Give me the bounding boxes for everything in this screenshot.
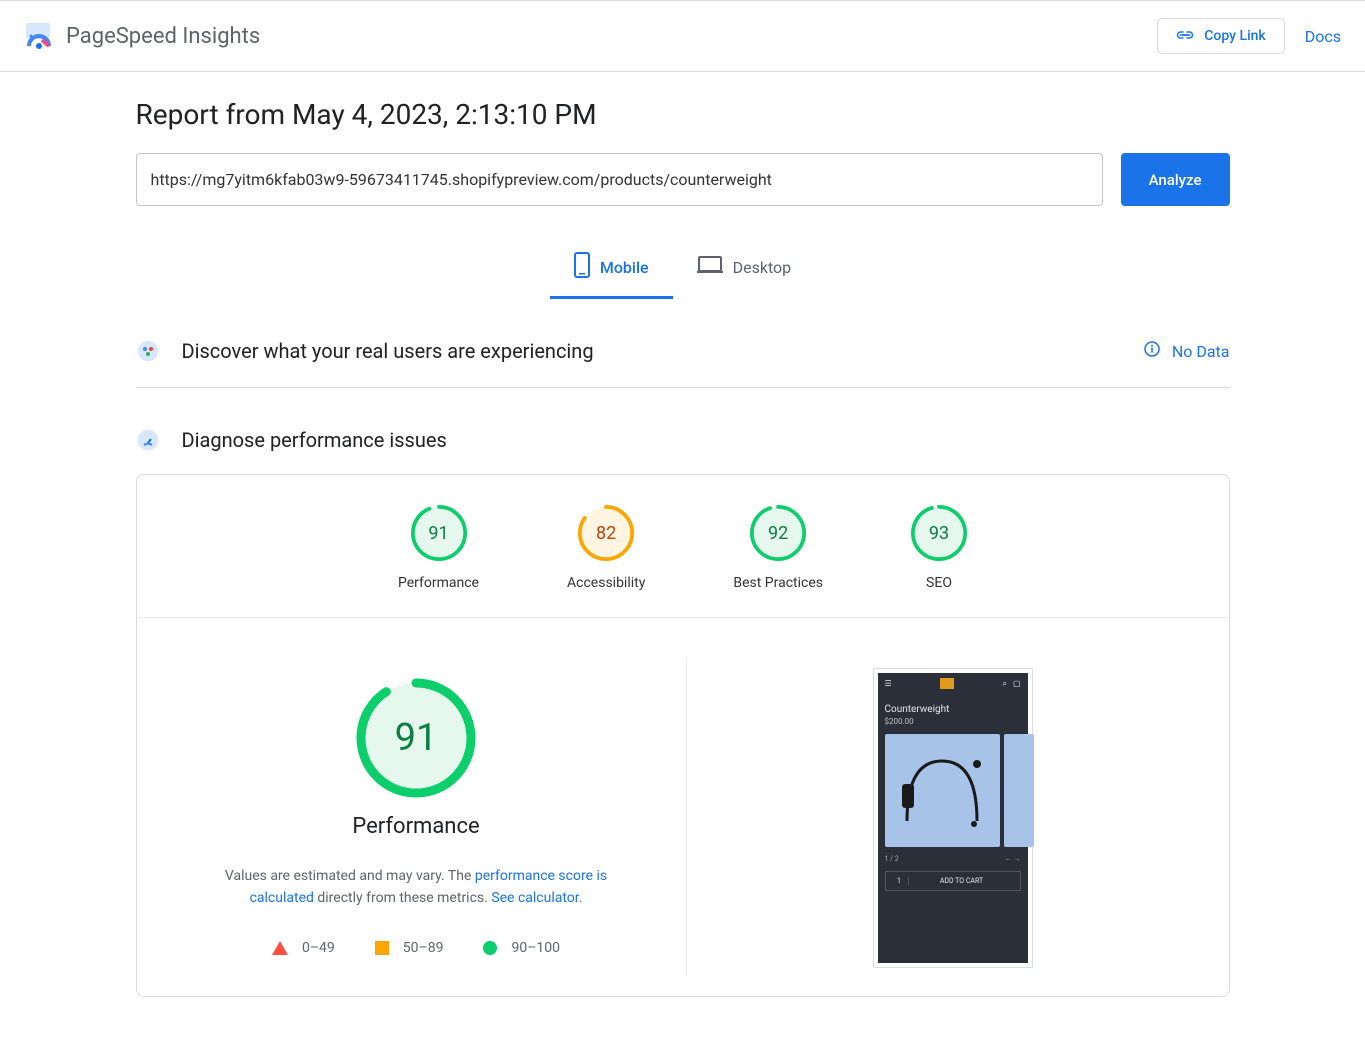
diagnose-box: 91 Performance 82 Accessibility 92 Best Pract… <box>136 474 1230 997</box>
diagnose-section-head: Diagnose performance issues <box>136 428 1230 452</box>
performance-left: 91 Performance Values are estimated and … <box>147 658 687 976</box>
gauge-value: 93 <box>911 505 967 561</box>
gauge-value: 92 <box>750 505 806 561</box>
content: Report from May 4, 2023, 2:13:10 PM Anal… <box>136 98 1230 1037</box>
phone-screen: ☰ ⌕▢ Counterweight $200.00 <box>878 673 1028 963</box>
header-right: Copy Link Docs <box>1157 18 1341 54</box>
performance-detail-row: 91 Performance Values are estimated and … <box>137 618 1229 996</box>
performance-right: ☰ ⌕▢ Counterweight $200.00 <box>687 658 1219 968</box>
copy-link-label: Copy Link <box>1204 28 1265 44</box>
gauge-label: SEO <box>926 575 952 591</box>
discover-left: Discover what your real users are experi… <box>136 339 594 363</box>
legend-poor-label: 0–49 <box>302 940 335 956</box>
gauge-value: 91 <box>411 505 467 561</box>
phone-screenshot: ☰ ⌕▢ Counterweight $200.00 <box>873 668 1033 968</box>
device-tabs: Mobile Desktop <box>136 238 1230 299</box>
page-indicator: 1 / 2 <box>885 855 899 863</box>
mobile-icon <box>574 252 590 282</box>
score-legend: 0–49 50–89 90–100 <box>272 940 560 956</box>
legend-mid-label: 50–89 <box>403 940 444 956</box>
gauge-ring: 92 <box>750 505 806 561</box>
gauge-label: Performance <box>398 575 479 591</box>
phone-topbar: ☰ ⌕▢ <box>878 673 1028 694</box>
url-input[interactable] <box>136 153 1103 206</box>
no-data-label: No Data <box>1172 342 1230 361</box>
discover-title: Discover what your real users are experi… <box>182 339 594 363</box>
url-row: Analyze <box>136 153 1230 206</box>
discover-section-head: Discover what your real users are experi… <box>136 339 1230 388</box>
users-icon <box>136 339 160 363</box>
gauge-label: Accessibility <box>567 575 645 591</box>
link-icon <box>1176 28 1194 44</box>
legend-mid: 50–89 <box>375 940 444 956</box>
square-icon <box>375 941 389 955</box>
performance-big-label: Performance <box>352 814 479 839</box>
gauge-value: 82 <box>578 505 634 561</box>
gauge-label: Best Practices <box>733 575 823 591</box>
info-icon <box>1144 341 1160 361</box>
legend-good: 90–100 <box>483 940 560 956</box>
app-title: PageSpeed Insights <box>66 24 260 49</box>
triangle-icon <box>272 941 288 955</box>
phone-logo-icon <box>940 678 954 689</box>
gauge-ring: 82 <box>578 505 634 561</box>
product-price: $200.00 <box>878 715 1028 734</box>
menu-icon: ☰ <box>885 679 892 688</box>
product-title: Counterweight <box>878 694 1028 715</box>
tab-desktop[interactable]: Desktop <box>673 238 816 299</box>
performance-description: Values are estimated and may vary. The p… <box>201 865 631 910</box>
gauge-seo[interactable]: 93 SEO <box>911 505 967 591</box>
add-to-cart-row: 1 ADD TO CART <box>885 871 1021 891</box>
gauge-performance[interactable]: 91 Performance <box>398 505 479 591</box>
legend-good-label: 90–100 <box>511 940 560 956</box>
header-left: PageSpeed Insights <box>24 22 260 50</box>
desc-text: Values are estimated and may vary. The <box>225 868 475 884</box>
desc-text: directly from these metrics. <box>314 890 491 906</box>
desktop-icon <box>697 255 723 279</box>
report-title: Report from May 4, 2023, 2:13:10 PM <box>136 98 1230 131</box>
gauge-row: 91 Performance 82 Accessibility 92 Best Pract… <box>137 475 1229 618</box>
desc-text: . <box>579 890 583 906</box>
pagespeed-logo-icon <box>24 22 52 50</box>
analyze-button[interactable]: Analyze <box>1121 153 1230 206</box>
gauge-best-practices[interactable]: 92 Best Practices <box>733 505 823 591</box>
add-to-cart-button: ADD TO CART <box>909 877 1015 885</box>
image-pagination: 1 / 2 ← → <box>878 847 1028 867</box>
product-images <box>878 734 1028 847</box>
legend-poor: 0–49 <box>272 940 335 956</box>
copy-link-button[interactable]: Copy Link <box>1157 18 1284 54</box>
performance-gauge-large: 91 <box>356 678 476 798</box>
arrows-icon: ← → <box>1005 855 1021 863</box>
see-calculator-link[interactable]: See calculator <box>491 890 578 906</box>
app-header: PageSpeed Insights Copy Link Docs <box>0 0 1365 72</box>
phone-actions: ⌕▢ <box>1002 679 1020 689</box>
circle-icon <box>483 941 497 955</box>
product-image-main <box>885 734 1000 847</box>
gauge-ring: 93 <box>911 505 967 561</box>
docs-link[interactable]: Docs <box>1305 27 1341 46</box>
performance-value: 91 <box>356 678 476 798</box>
search-icon: ⌕ <box>1002 679 1006 689</box>
diagnose-title: Diagnose performance issues <box>182 428 447 452</box>
gauge-accessibility[interactable]: 82 Accessibility <box>567 505 645 591</box>
quantity-field: 1 <box>891 877 909 885</box>
tab-mobile[interactable]: Mobile <box>550 238 673 299</box>
bag-icon: ▢ <box>1013 679 1021 689</box>
tab-desktop-label: Desktop <box>733 258 792 277</box>
diagnose-icon <box>136 428 160 452</box>
no-data-link[interactable]: No Data <box>1144 341 1230 361</box>
product-image-next <box>1004 734 1034 847</box>
gauge-ring: 91 <box>411 505 467 561</box>
tab-mobile-label: Mobile <box>600 258 649 277</box>
